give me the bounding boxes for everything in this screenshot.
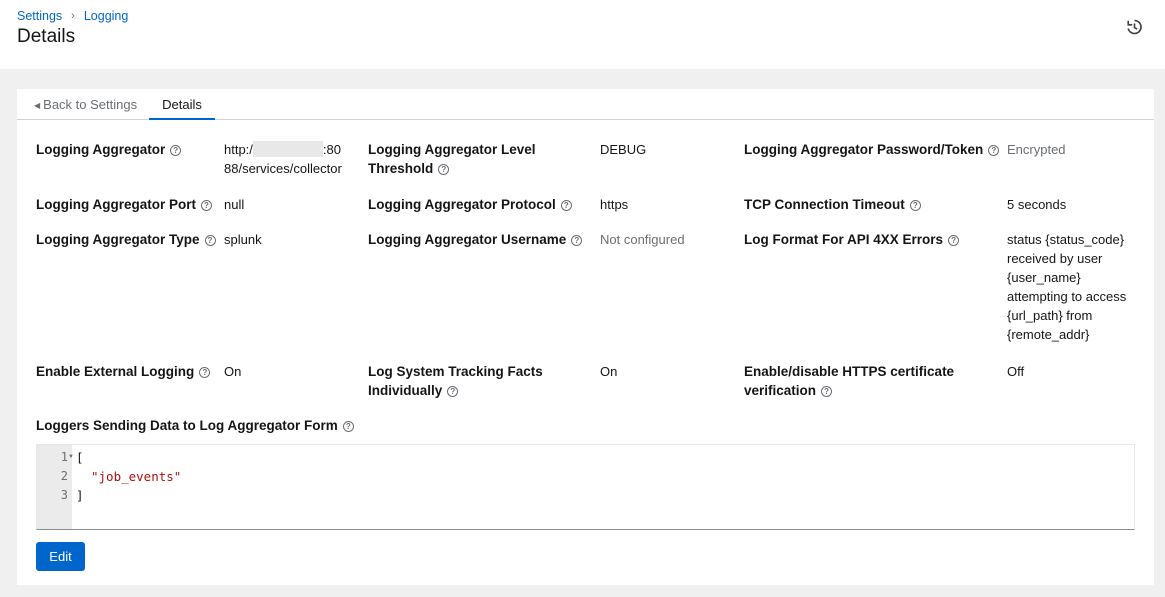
level-threshold-label-line1: Logging Aggregator Level	[368, 142, 536, 157]
code-line: ]	[76, 488, 84, 503]
fold-arrow-icon[interactable]: ▼	[68, 454, 74, 460]
breadcrumb: Settings › Logging	[17, 9, 128, 23]
log-format-line: {user_name}	[1007, 270, 1081, 285]
tab-bar: ◀ Back to Settings Details	[17, 89, 1154, 120]
https-verification-value: Off	[1007, 364, 1025, 379]
code-line: [	[76, 450, 84, 465]
log-format-value: status {status_code} received by user {u…	[1007, 230, 1147, 344]
help-icon[interactable]: ?	[438, 164, 450, 175]
help-icon[interactable]: ?	[204, 235, 216, 246]
code-editor[interactable]: 1 2 3 ▼ [ "job_events" ]	[36, 444, 1135, 530]
https-verification-label: Enable/disable HTTPS certificate verific…	[744, 362, 954, 400]
log-format-line: received by user	[1007, 251, 1103, 266]
logging-aggregator-label: Logging Aggregator?	[36, 140, 182, 159]
password-token-value: Encrypted	[1007, 142, 1066, 157]
aggregator-port-label: Logging Aggregator Port?	[36, 195, 212, 214]
aggregator-protocol-value: https	[600, 197, 629, 212]
https-verification-label-line1: Enable/disable HTTPS certificate	[744, 364, 955, 379]
log-format-line: {url_path} from	[1007, 308, 1093, 323]
aggregator-type-value: splunk	[224, 232, 262, 247]
password-token-label: Logging Aggregator Password/Token?	[744, 140, 1000, 159]
aggregator-protocol-label: Logging Aggregator Protocol?	[368, 195, 572, 214]
level-threshold-value: DEBUG	[600, 142, 647, 157]
tab-back-to-settings[interactable]: ◀ Back to Settings	[34, 89, 137, 120]
help-icon[interactable]: ?	[200, 200, 212, 211]
aggregator-port-label-text: Logging Aggregator Port	[36, 197, 196, 212]
logging-aggregator-label-text: Logging Aggregator	[36, 142, 166, 157]
redacted-block	[252, 141, 323, 157]
aggregator-protocol-label-text: Logging Aggregator Protocol	[368, 197, 556, 212]
log-format-label-text: Log Format For API 4XX Errors	[744, 232, 944, 247]
details-card: ◀ Back to Settings Details Logging Aggreg…	[17, 89, 1154, 585]
chevron-right-icon: ›	[71, 10, 75, 22]
https-verification-label-line2: verification	[744, 383, 817, 398]
tracking-facts-label-line2: Individually	[368, 383, 443, 398]
external-logging-value: On	[224, 364, 242, 379]
breadcrumb-settings[interactable]: Settings	[17, 9, 62, 23]
logging-aggregator-value: http:/ :80 88/services/collector	[224, 140, 349, 178]
log-format-line: attempting to access	[1007, 289, 1127, 304]
aggregator-value-part3: 88/services/collector	[224, 161, 342, 176]
tab-back-label: Back to Settings	[43, 97, 138, 112]
help-icon[interactable]: ?	[571, 235, 583, 246]
help-icon[interactable]: ?	[170, 145, 182, 156]
aggregator-value-part1: http:/	[224, 142, 253, 157]
help-icon[interactable]: ?	[199, 367, 211, 378]
log-format-line: status {status_code}	[1007, 232, 1125, 247]
tracking-facts-label-line1: Log System Tracking Facts	[368, 364, 543, 379]
edit-button[interactable]: Edit	[36, 542, 85, 571]
aggregator-port-value: null	[224, 197, 245, 212]
log-format-line: {remote_addr}	[1007, 327, 1090, 342]
level-threshold-label: Logging Aggregator Level Threshold?	[368, 140, 536, 178]
help-icon[interactable]: ?	[909, 200, 921, 211]
code-line: "job_events"	[91, 469, 182, 484]
tcp-timeout-label: TCP Connection Timeout?	[744, 195, 921, 214]
log-format-label: Log Format For API 4XX Errors?	[744, 230, 960, 249]
caret-left-icon: ◀	[34, 101, 41, 110]
line-number: 2	[60, 469, 68, 483]
page-header: Settings › Logging Details	[0, 0, 1165, 69]
external-logging-label: Enable External Logging?	[36, 362, 211, 381]
aggregator-type-label: Logging Aggregator Type?	[36, 230, 216, 249]
tab-details[interactable]: Details	[149, 89, 215, 120]
tracking-facts-value: On	[600, 364, 618, 379]
loggers-label-text: Loggers Sending Data to Log Aggregator F…	[36, 418, 338, 433]
tracking-facts-label: Log System Tracking Facts Individually?	[368, 362, 543, 400]
password-token-label-text: Logging Aggregator Password/Token	[744, 142, 984, 157]
page-title: Details	[17, 26, 76, 47]
aggregator-type-label-text: Logging Aggregator Type	[36, 232, 200, 247]
help-icon[interactable]: ?	[821, 386, 833, 397]
help-icon[interactable]: ?	[988, 145, 1000, 156]
help-icon[interactable]: ?	[560, 200, 572, 211]
loggers-label: Loggers Sending Data to Log Aggregator F…	[36, 416, 354, 435]
aggregator-username-value: Not configured	[600, 232, 685, 247]
aggregator-value-part2: :80	[322, 142, 341, 157]
help-icon[interactable]: ?	[447, 386, 459, 397]
level-threshold-label-line2: Threshold	[368, 161, 434, 176]
aggregator-username-label: Logging Aggregator Username?	[368, 230, 583, 249]
help-icon[interactable]: ?	[948, 235, 960, 246]
history-icon[interactable]	[1125, 18, 1143, 36]
tcp-timeout-value: 5 seconds	[1007, 197, 1067, 212]
aggregator-username-label-text: Logging Aggregator Username	[368, 232, 567, 247]
tcp-timeout-label-text: TCP Connection Timeout	[744, 197, 905, 212]
breadcrumb-logging[interactable]: Logging	[84, 9, 129, 23]
help-icon[interactable]: ?	[342, 421, 354, 432]
line-number: 1	[60, 450, 68, 464]
line-number: 3	[60, 488, 68, 502]
external-logging-label-text: Enable External Logging	[36, 364, 195, 379]
